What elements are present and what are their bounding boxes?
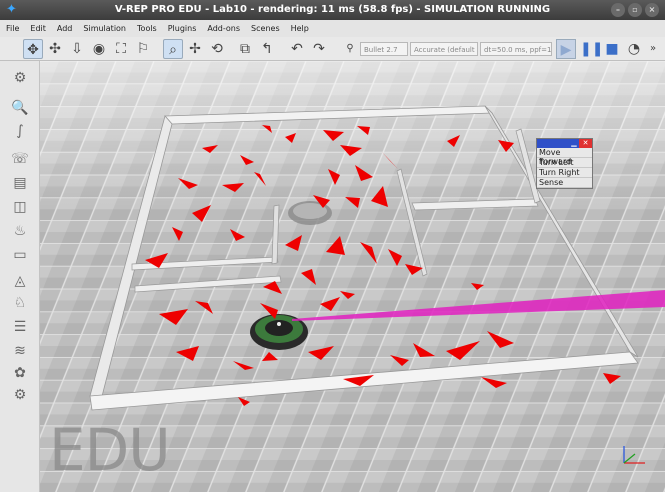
assemble-icon[interactable]: ⧉: [235, 39, 255, 59]
menu-bar: File Edit Add Simulation Tools Plugins A…: [0, 20, 665, 37]
physics-engine-select[interactable]: Bullet 2.7: [360, 42, 408, 56]
scripts-icon[interactable]: ☏: [10, 149, 30, 169]
camera-rotate-icon[interactable]: ✣: [45, 39, 65, 59]
menu-tools[interactable]: Tools: [137, 24, 157, 33]
camera-opening-icon[interactable]: ◉: [89, 39, 109, 59]
undo-icon[interactable]: ↶: [287, 39, 307, 59]
menu-header: ▁ ✕: [537, 139, 592, 148]
menu-scenes[interactable]: Scenes: [251, 24, 280, 33]
minimize-icon[interactable]: –: [611, 3, 625, 17]
robot-command-menu: ▁ ✕ Move Forward Turn Left Turn Right Se…: [536, 138, 593, 189]
turn-left-item[interactable]: Turn Left: [537, 158, 592, 168]
settings-gear-icon[interactable]: ⚙: [10, 385, 30, 405]
menu-add[interactable]: Add: [57, 24, 73, 33]
left-sidebar: ⚙ 🔍 ∫ ☏ ▤ ◫ ♨ ▭ ◬ ♘ ☰ ≋ ✿ ⚙: [0, 61, 40, 492]
close-icon[interactable]: ✕: [579, 139, 592, 148]
camera-fly-icon[interactable]: ⚐: [133, 39, 153, 59]
turn-right-item[interactable]: Turn Right: [537, 168, 592, 178]
menu-addons[interactable]: Add-ons: [207, 24, 240, 33]
user-settings-icon[interactable]: ≋: [10, 341, 30, 361]
maximize-icon[interactable]: ▫: [628, 3, 642, 17]
calculation-modules-icon[interactable]: 🔍: [10, 98, 30, 118]
menu-help[interactable]: Help: [291, 24, 309, 33]
shape-edit-icon[interactable]: ▤: [10, 173, 30, 193]
film-icon[interactable]: ✿: [10, 363, 30, 383]
path-edit-icon[interactable]: ◫: [10, 197, 30, 217]
sense-item[interactable]: Sense: [537, 178, 592, 188]
accuracy-select[interactable]: Accurate (default: [410, 42, 478, 56]
object-properties-icon[interactable]: ⚙: [10, 68, 30, 88]
dynamics-toggle-icon[interactable]: ⚲: [340, 39, 360, 59]
stop-icon[interactable]: ■: [602, 39, 622, 59]
scene-hierarchy-icon[interactable]: ◬: [10, 271, 30, 291]
window-title: V-REP PRO EDU - Lab10 - rendering: 11 ms…: [114, 4, 551, 15]
pause-icon[interactable]: ❚❚: [580, 39, 603, 59]
selection-icon[interactable]: ♨: [10, 221, 30, 241]
realtime-icon[interactable]: ◔: [624, 39, 644, 59]
timestep-select[interactable]: dt=50.0 ms, ppf=1: [480, 42, 552, 56]
redo-icon[interactable]: ↷: [309, 39, 329, 59]
title-bar: ✦ V-REP PRO EDU - Lab10 - rendering: 11 …: [0, 0, 665, 20]
menu-simulation[interactable]: Simulation: [83, 24, 126, 33]
move-forward-item[interactable]: Move Forward: [537, 148, 592, 166]
camera-pan-icon[interactable]: ✥: [23, 39, 43, 59]
object-shift-icon[interactable]: ✢: [185, 39, 205, 59]
play-icon[interactable]: ▶: [556, 39, 576, 59]
transfer-dna-icon[interactable]: ↰: [257, 39, 277, 59]
toolbar: ✥ ✣ ⇩ ◉ ⛶ ⚐ ⌕ ✢ ⟲ ⧉ ↰ ↶ ↷ ⚲ Bullet 2.7 A…: [0, 37, 665, 61]
menu-edit[interactable]: Edit: [30, 24, 46, 33]
toolbar-overflow[interactable]: »: [646, 39, 660, 59]
layers-icon[interactable]: ♘: [10, 293, 30, 313]
model-browser-icon[interactable]: ▭: [10, 245, 30, 265]
menu-file[interactable]: File: [6, 24, 19, 33]
minimize-icon[interactable]: ▁: [569, 139, 579, 148]
collections-icon[interactable]: ∫: [10, 121, 30, 141]
fit-to-view-icon[interactable]: ⛶: [111, 39, 131, 59]
object-rotate-icon[interactable]: ⟲: [207, 39, 227, 59]
camera-shift-icon[interactable]: ⇩: [67, 39, 87, 59]
video-recorder-icon[interactable]: ☰: [10, 317, 30, 337]
close-icon[interactable]: ×: [645, 3, 659, 17]
menu-plugins[interactable]: Plugins: [168, 24, 197, 33]
edu-watermark: EDU: [49, 416, 171, 484]
object-select-icon[interactable]: ⌕: [163, 39, 183, 59]
